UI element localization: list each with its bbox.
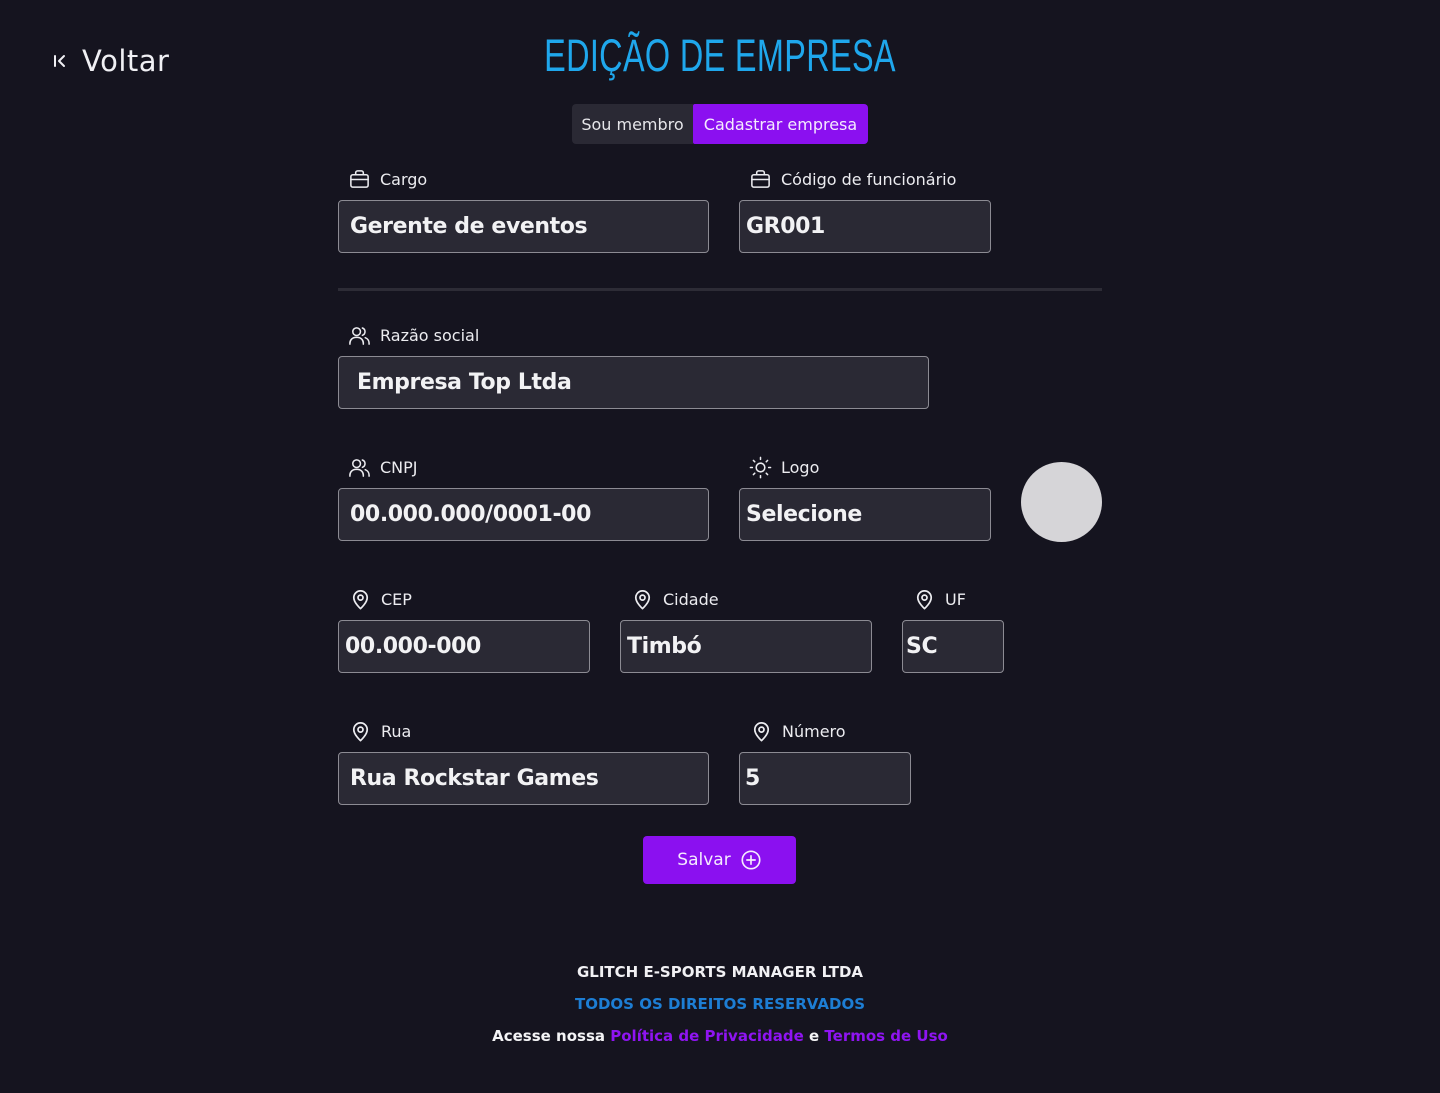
razao-social-label: Razão social [348, 324, 479, 347]
logo-preview-circle [1021, 462, 1102, 542]
map-pin-icon [634, 590, 651, 610]
cnpj-field[interactable]: 00.000.000/0001-00 [338, 488, 709, 541]
footer-access-text: Acesse nossa [492, 1027, 606, 1045]
save-button-label: Salvar [677, 850, 731, 870]
cep-field[interactable]: 00.000-000 [338, 620, 590, 673]
privacy-policy-link[interactable]: Política de Privacidade [610, 1027, 804, 1045]
page-title: EDIÇÃO DE EMPRESA [544, 30, 896, 81]
briefcase-icon [751, 170, 770, 188]
tab-cadastrar-empresa[interactable]: Cadastrar empresa [693, 104, 868, 144]
cidade-field[interactable]: Timbó [620, 620, 872, 673]
footer-links-line: Acesse nossa Política de Privacidade e T… [0, 1027, 1440, 1045]
users-icon [349, 327, 370, 345]
tab-group: Sou membro Cadastrar empresa [572, 104, 868, 144]
uf-field[interactable]: SC [902, 620, 1004, 673]
cnpj-label: CNPJ [348, 456, 418, 479]
map-pin-icon [916, 590, 933, 610]
map-pin-icon [753, 722, 770, 742]
cep-label-text: CEP [381, 590, 412, 609]
codigo-label-text: Código de funcionário [781, 170, 957, 189]
rua-label: Rua [349, 720, 411, 743]
footer-rights: TODOS OS DIREITOS RESERVADOS [574, 995, 865, 1013]
uf-label: UF [913, 588, 966, 611]
logo-label: Logo [749, 456, 819, 479]
chevron-left-bar-icon [54, 55, 65, 67]
map-pin-icon [352, 590, 369, 610]
footer-company: GLITCH E-SPORTS MANAGER LTDA [576, 963, 864, 981]
numero-field[interactable]: 5 [739, 752, 911, 805]
logo-label-text: Logo [781, 458, 820, 477]
numero-label: Número [750, 720, 846, 743]
save-button[interactable]: Salvar [643, 836, 796, 884]
sun-icon [749, 456, 772, 479]
rua-field[interactable]: Rua Rockstar Games [338, 752, 709, 805]
users-icon [349, 459, 370, 477]
codigo-label: Código de funcionário [749, 168, 956, 191]
cargo-label-text: Cargo [380, 170, 428, 189]
back-link[interactable]: Voltar [52, 44, 169, 78]
briefcase-icon [350, 170, 369, 188]
plus-circle-icon [741, 850, 761, 870]
tab-sou-membro[interactable]: Sou membro [572, 104, 693, 144]
terms-of-use-link[interactable]: Termos de Uso [824, 1027, 947, 1045]
map-pin-icon [352, 722, 369, 742]
cidade-label-text: Cidade [663, 590, 719, 609]
logo-select-field[interactable]: Selecione [739, 488, 991, 541]
razao-social-label-text: Razão social [380, 326, 480, 345]
cargo-label: Cargo [348, 168, 427, 191]
cidade-label: Cidade [631, 588, 719, 611]
numero-label-text: Número [782, 722, 846, 741]
cep-label: CEP [349, 588, 412, 611]
section-divider [338, 288, 1102, 291]
cargo-field[interactable]: Gerente de eventos [338, 200, 709, 253]
footer-conjunction: e [808, 1027, 820, 1045]
uf-label-text: UF [945, 590, 966, 609]
cnpj-label-text: CNPJ [380, 458, 418, 477]
razao-social-field[interactable]: Empresa Top Ltda [338, 356, 929, 409]
codigo-field[interactable]: GR001 [739, 200, 991, 253]
back-label: Voltar [82, 44, 170, 78]
rua-label-text: Rua [381, 722, 412, 741]
